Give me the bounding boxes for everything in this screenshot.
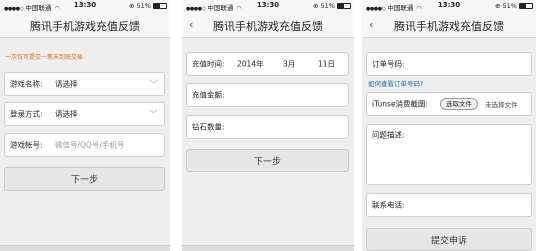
next-button-label: 下一步: [253, 157, 281, 167]
game-account-placeholder: 微信号/QQ号/手机号: [55, 140, 125, 150]
page-title: 腾讯手机游戏充值反馈: [30, 20, 140, 33]
choose-file-button[interactable]: 选取文件: [440, 98, 478, 110]
browser-toolbar: [0, 245, 170, 251]
browser-toolbar: [182, 245, 354, 251]
recharge-amount-label: 充值金额:: [192, 90, 225, 100]
next-button[interactable]: 下一步: [186, 149, 349, 172]
contact-phone-label: 联系电话:: [372, 200, 405, 210]
phone-screen-appeal: ●●●●○ 中国联通 ◠ 13:30 ⊕ 51% ‹ 腾讯手机游戏充值反馈 订单号…: [362, 0, 536, 251]
battery-percent: 51%: [136, 2, 151, 10]
order-number-label: 订单号码:: [372, 59, 405, 69]
recharge-amount-field[interactable]: 充值金额:: [186, 83, 349, 107]
status-bar: ●●●●○ 中国联通 ◠ 13:30 ⊕ 51%: [0, 0, 170, 13]
game-name-label: 游戏名称:: [10, 79, 43, 89]
battery-percent: 51%: [320, 2, 335, 10]
submit-appeal-label: 提交申诉: [430, 236, 467, 246]
page-title: 腾讯手机游戏充值反馈: [213, 20, 323, 33]
recharge-time-label: 充值时间:: [192, 59, 225, 69]
login-method-label: 登录方式:: [10, 109, 43, 119]
day-select[interactable]: 11日: [318, 59, 335, 70]
chevron-down-icon: ﹀: [148, 110, 158, 121]
problem-description-label: 问题描述:: [372, 130, 405, 140]
status-bar: ●●●●○ 中国联通 ◠ 13:30 ⊕ 51%: [362, 0, 536, 13]
diamond-count-field[interactable]: 钻石数量:: [186, 115, 349, 139]
game-name-value: 请选择: [55, 79, 78, 89]
month-select[interactable]: 3月: [283, 59, 295, 70]
nav-bar: 腾讯手机游戏充值反馈: [0, 13, 170, 38]
game-name-select[interactable]: 游戏名称: 请选择 ﹀: [4, 72, 165, 96]
battery-icon: [153, 3, 167, 9]
contact-phone-field[interactable]: 联系电话:: [366, 193, 532, 217]
page-title: 腾讯手机游戏充值反馈: [394, 20, 504, 33]
battery-icon: [337, 3, 351, 9]
next-button[interactable]: 下一步: [4, 167, 165, 191]
chevron-down-icon: ﹀: [148, 80, 158, 91]
phone-screen-game-info: ●●●●○ 中国联通 ◠ 13:30 ⊕ 51% 腾讯手机游戏充值反馈 一次仅可提…: [0, 0, 170, 251]
itunes-screenshot-field: iTunse消费截图: 选取文件 未选择文件: [366, 92, 532, 116]
game-account-label: 游戏帐号:: [10, 140, 43, 150]
login-method-select[interactable]: 登录方式: 请选择 ﹀: [4, 102, 165, 126]
battery-icon: [519, 3, 533, 9]
year-select[interactable]: 2014年: [237, 59, 264, 70]
itunes-screenshot-label: iTunse消费截图:: [372, 99, 429, 109]
nav-bar: ‹ 腾讯手机游戏充值反馈: [182, 13, 354, 38]
no-file-chosen-text: 未选择文件: [485, 101, 518, 109]
problem-description-textarea[interactable]: 问题描述:: [366, 124, 532, 185]
status-bar: ●●●●○ 中国联通 ◠ 13:30 ⊕ 51%: [182, 0, 354, 13]
order-number-field[interactable]: 订单号码:: [366, 52, 532, 76]
single-transaction-notice: 一次仅可提交一笔未到账交易: [5, 54, 84, 61]
submit-appeal-button[interactable]: 提交申诉: [366, 228, 532, 251]
login-method-value: 请选择: [55, 109, 78, 119]
recharge-time-field[interactable]: 充值时间: 2014年 3月 11日: [186, 52, 349, 76]
next-button-label: 下一步: [70, 175, 98, 186]
order-number-help-link[interactable]: 如何查看订单号码?: [368, 78, 423, 88]
diamond-count-label: 钻石数量:: [192, 122, 225, 132]
game-account-field[interactable]: 游戏帐号: 微信号/QQ号/手机号: [4, 133, 165, 157]
phone-screen-recharge-info: ●●●●○ 中国联通 ◠ 13:30 ⊕ 51% ‹ 腾讯手机游戏充值反馈 充值时…: [182, 0, 354, 251]
nav-bar: ‹ 腾讯手机游戏充值反馈: [362, 13, 536, 38]
battery-percent: 51%: [502, 2, 517, 10]
